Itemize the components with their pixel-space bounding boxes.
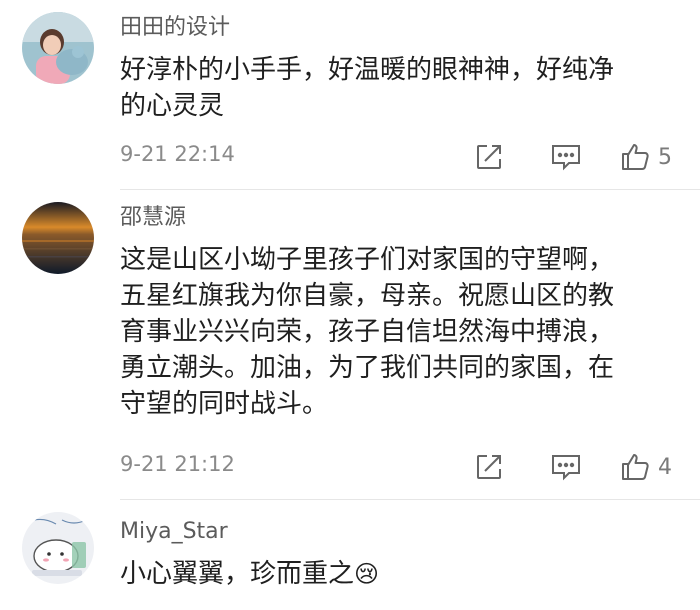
comment-timestamp: 9-21 21:12 [120,452,235,476]
thumbs-up-icon [622,144,649,170]
avatar[interactable] [22,12,94,84]
comment-icon [552,455,580,481]
like-count: 4 [658,454,672,480]
avatar[interactable] [22,202,94,274]
comment-item: Miya_Star 小心翼翼，珍而重之😢 [0,500,700,610]
comment-text-line: 的心灵灵 [120,91,225,121]
comment-text-line: 守望的同时战斗。 [120,389,329,419]
thumbs-up-icon [622,454,649,480]
comment-text-line: 好淳朴的小手手，好温暖的眼神神，好纯净 [120,55,615,85]
sad-face-emoji: 😢 [354,560,380,588]
reply-button[interactable] [550,140,582,174]
comment-author[interactable]: 邵慧源 [120,204,186,232]
comment-item: 邵慧源 这是山区小坳子里孩子们对家国的守望啊， 五星红旗我为你自豪，母亲。祝愿山… [0,190,700,500]
comment-text: 好淳朴的小手手，好温暖的眼神神，好纯净 的心灵灵 [120,52,690,124]
avatar[interactable] [22,512,94,584]
comment-text-line: 育事业兴兴向荣，孩子自信坦然海中搏浪， [120,317,615,347]
reply-button[interactable] [550,450,582,484]
comment-meta: 9-21 21:12 4 [120,450,680,484]
comment-timestamp: 9-21 22:14 [120,142,235,166]
share-icon [477,145,501,169]
comment-text-line: 勇立潮头。加油，为了我们共同的家国，在 [120,353,615,383]
comment-text: 这是山区小坳子里孩子们对家国的守望啊， 五星红旗我为你自豪，母亲。祝愿山区的教 … [120,242,690,422]
like-button[interactable]: 5 [620,140,672,174]
comment-item: 田田的设计 好淳朴的小手手，好温暖的眼神神，好纯净 的心灵灵 9-21 22:1… [0,0,700,190]
comment-text-line: 小心翼翼，珍而重之😢 [120,556,690,592]
like-button[interactable]: 4 [620,450,672,484]
share-button[interactable] [474,450,504,484]
comment-icon [552,145,580,171]
share-icon [477,455,501,479]
comment-author[interactable]: Miya_Star [120,518,228,546]
comment-meta: 9-21 22:14 5 [120,140,680,174]
like-count: 5 [658,144,672,170]
comment-author[interactable]: 田田的设计 [120,14,230,42]
comment-text-line: 五星红旗我为你自豪，母亲。祝愿山区的教 [120,281,615,311]
comment-text: 小心翼翼，珍而重之😢 [120,556,690,592]
comment-text-body: 小心翼翼，珍而重之 [120,559,355,589]
share-button[interactable] [474,140,504,174]
comment-text-line: 这是山区小坳子里孩子们对家国的守望啊， [120,245,615,275]
